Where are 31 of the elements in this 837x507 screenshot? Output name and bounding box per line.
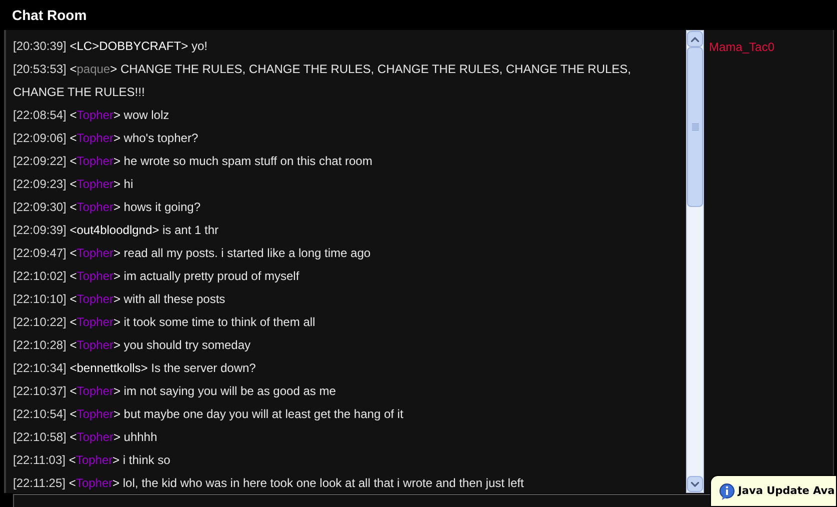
chat-message: [22:09:23] <Topher> hi: [13, 176, 134, 193]
scroll-down-button[interactable]: [687, 476, 703, 492]
chat-message: [22:10:10] <Topher> with all these posts: [13, 291, 226, 308]
scroll-up-button[interactable]: [687, 31, 703, 47]
chat-message: [22:10:54] <Topher> but maybe one day you will at least get the hang of it: [13, 406, 404, 423]
chat-message: [22:09:22] <Topher> he wrote so much spam stuff on this chat room: [13, 153, 374, 170]
chat-message: [22:09:47] <Topher> read all my posts. i started like a long time ago: [13, 245, 372, 262]
chat-message: [22:10:34] <bennettkolls> Is the server down?: [13, 360, 257, 377]
scroll-thumb[interactable]: [687, 47, 703, 207]
user-list-item[interactable]: Mama_Tac0: [709, 38, 833, 56]
caret-icon: [691, 36, 699, 42]
chat-message: [22:10:02] <Topher> im actually pretty proud of myself: [13, 268, 300, 285]
chat-message: [20:30:39] <LC>DOBBYCRAFT> yo!: [13, 38, 208, 55]
notification-balloon[interactable]: Java Update Ava: [710, 475, 837, 507]
chat-message: [22:11:03] <Topher> i think so: [13, 452, 172, 469]
chat-message: [22:08:54] <Topher> wow lolz: [13, 107, 170, 124]
chat-message: [22:10:28] <Topher> you should try someday: [13, 337, 252, 354]
chat-message: [22:09:39] <out4bloodlgnd> is ant 1 thr: [13, 222, 220, 239]
scrollbar[interactable]: [686, 30, 704, 493]
chat-message: [20:53:53] <paque> CHANGE THE RULES, CHANGE THE RULES, CHANGE THE RULES, CHANGE THE RULES, CHANGE THE RULES!!!: [13, 61, 632, 101]
chat-message: [22:10:37] <Topher> im not saying you will be as good as me: [13, 383, 337, 400]
window-title: Chat Room: [12, 6, 87, 24]
info-icon: [719, 483, 735, 501]
chat-message: [22:11:25] <Topher> lol, the kid who was in here took one look at all that i wrote and then just left: [13, 475, 525, 492]
chat-message: [22:10:22] <Topher> it took some time to think of them all: [13, 314, 316, 331]
notification-title: Java Update Ava: [738, 484, 835, 499]
chat-message: [22:09:30] <Topher> hows it going?: [13, 199, 202, 216]
caret-icon: [691, 482, 699, 486]
chat-message: [22:09:06] <Topher> who's topher?: [13, 130, 200, 147]
chat-message: [22:10:58] <Topher> uhhhh: [13, 429, 158, 446]
grip-icon: [692, 123, 698, 131]
